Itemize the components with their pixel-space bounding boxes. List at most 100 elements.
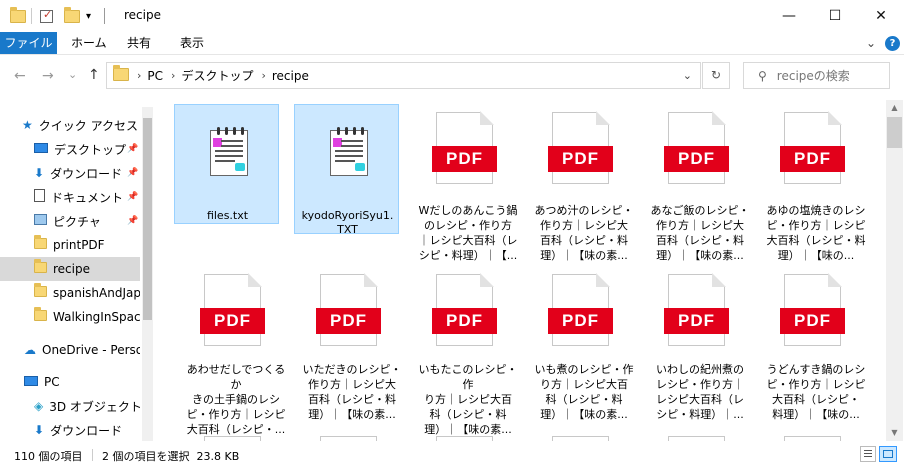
sidebar-item-downloads[interactable]: ⬇ ダウンロード 📌 <box>0 161 140 185</box>
maximize-button[interactable]: ☐ <box>812 0 858 32</box>
pdf-file-icon: PDF <box>432 111 497 184</box>
file-item-files-txt[interactable]: files.txt <box>174 104 279 224</box>
sidebar-scrollbar-thumb[interactable] <box>143 118 152 320</box>
file-item-pdf[interactable]: PDF うどんすき鍋のレシ ピ・作り方｜レシピ 大百科（レシピ・ 料理）｜【味の… <box>762 270 870 430</box>
forward-button[interactable]: → <box>42 68 54 84</box>
sidebar-item-label: デスクトップ <box>54 142 127 157</box>
pdf-file-icon-partial[interactable] <box>320 436 377 441</box>
recent-locations-button[interactable]: ⌄ <box>68 68 77 81</box>
back-button[interactable]: ← <box>14 68 26 84</box>
sidebar-item-recipe[interactable]: recipe <box>0 257 140 281</box>
close-button[interactable]: ✕ <box>858 0 904 32</box>
pdf-file-icon-partial[interactable] <box>204 436 261 441</box>
tab-file[interactable]: ファイル <box>0 32 57 54</box>
up-button[interactable]: ↑ <box>88 67 100 83</box>
file-name-line: 作り方｜レシピ大 <box>656 219 744 232</box>
sidebar-item-spanishandjapa[interactable]: spanishAndJapa <box>0 281 140 305</box>
file-item-kyodoryorisyu1-txt[interactable]: kyodoRyoriSyu1. TXT <box>294 104 399 237</box>
file-name-line: レシピ大百科（レ <box>656 393 744 406</box>
new-folder-icon[interactable] <box>64 6 80 25</box>
pdf-file-icon-partial[interactable] <box>436 436 493 441</box>
scroll-down-icon[interactable]: ▼ <box>886 425 903 441</box>
refresh-button[interactable]: ↻ <box>702 62 730 89</box>
details-view-icon[interactable] <box>860 446 876 462</box>
address-dropdown-icon[interactable]: ⌄ <box>683 69 692 82</box>
breadcrumb-recipe[interactable]: recipe <box>272 69 309 83</box>
refresh-icon: ↻ <box>710 68 722 82</box>
file-name-line: kyodoRyoriSyu1. <box>301 209 394 222</box>
folder-icon <box>34 283 47 300</box>
file-name-line: ピ・作り方｜レシピ <box>766 378 866 391</box>
file-item-pdf[interactable]: PDF Wだしのあんこう鍋 のレシピ・作り方 ｜レシピ大百科（レ シピ・料理）｜… <box>414 100 522 265</box>
tab-view[interactable]: 表示 <box>180 32 204 54</box>
search-icon: ⚲ <box>758 68 767 83</box>
sidebar-item-label: PC <box>44 375 60 389</box>
file-name-line: 百科（レシピ・料 <box>540 234 628 247</box>
sidebar-item-walkinginspace[interactable]: WalkingInSpace <box>0 305 140 329</box>
file-name-line: うどんすき鍋のレシ <box>766 363 866 376</box>
file-name-line: 大百科（レシピ・... <box>186 423 286 436</box>
sidebar-item-pictures[interactable]: ピクチャ 📌 <box>0 209 140 233</box>
file-name-line: 百科（レシピ・料 <box>656 234 744 247</box>
sidebar-item-printpdf[interactable]: printPDF <box>0 233 140 257</box>
tab-home[interactable]: ホーム <box>71 32 107 54</box>
sidebar-item-3d-objects[interactable]: ◈ 3D オブジェクト <box>0 394 140 418</box>
sidebar-item-desktop[interactable]: デスクトップ 📌 <box>0 137 140 161</box>
search-input[interactable]: ⚲ recipeの検索 <box>743 62 890 89</box>
3d-objects-icon: ◈ <box>34 399 44 413</box>
file-name-line: 理）｜【味の素... <box>540 249 628 262</box>
content-scrollbar-thumb[interactable] <box>887 117 902 148</box>
sidebar-item-pc-downloads[interactable]: ⬇ ダウンロード <box>0 418 140 442</box>
file-item-pdf[interactable]: PDF あつめ汁のレシピ・ 作り方｜レシピ大 百科（レシピ・料 理）｜【味の素.… <box>530 100 638 265</box>
file-name-line: 理）｜【味の素... <box>540 408 628 421</box>
sidebar-item-label: printPDF <box>53 238 105 252</box>
ribbon-expand-icon[interactable]: ⌄ <box>866 32 876 54</box>
desktop-icon <box>34 142 48 156</box>
file-name-line: ピ・作り方｜レシピ <box>766 219 866 232</box>
file-list: files.txt kyodoRyoriSyu1. TXT PDF Wだしのあん… <box>160 100 885 441</box>
file-name-line: 百科（レシピ・料 <box>308 393 396 406</box>
sidebar-item-quick-access[interactable]: ★ クイック アクセス <box>22 113 162 137</box>
customize-toolbar-icon[interactable]: ▾ <box>86 7 91 25</box>
file-name: kyodoRyoriSyu1. TXT <box>297 209 398 237</box>
properties-checkbox-icon[interactable]: ✓ <box>40 7 53 25</box>
file-name-line: 理）｜【味の素... <box>308 408 396 421</box>
minimize-button[interactable]: — <box>766 0 812 32</box>
sidebar-item-label: クイック アクセス <box>38 118 138 133</box>
breadcrumb-pc[interactable]: PC <box>147 69 163 83</box>
file-item-pdf[interactable]: PDF いただきのレシピ・ 作り方｜レシピ大 百科（レシピ・料 理）｜【味の素.… <box>298 270 406 430</box>
cloud-icon: ☁ <box>24 343 36 357</box>
pdf-file-icon: PDF <box>548 111 613 184</box>
file-item-pdf[interactable]: PDF いもたこのレシピ・作 り方｜レシピ大百 科（レシピ・料 理）｜【味の素.… <box>414 270 522 436</box>
sidebar-item-onedrive[interactable]: ☁ OneDrive - Persor <box>0 338 140 362</box>
tab-share[interactable]: 共有 <box>127 32 151 54</box>
sidebar-item-label: OneDrive - Persor <box>42 343 140 357</box>
file-item-pdf[interactable]: PDF あなご飯のレシピ・ 作り方｜レシピ大 百科（レシピ・料 理）｜【味の素.… <box>646 100 754 265</box>
file-name-line: り方｜レシピ大百 <box>540 378 628 391</box>
scroll-up-icon[interactable]: ▲ <box>886 100 903 116</box>
sidebar-item-label: ダウンロード <box>50 166 123 181</box>
help-icon[interactable]: ? <box>885 36 900 51</box>
breadcrumb-desktop[interactable]: デスクトップ <box>181 67 253 84</box>
pdf-file-icon: PDF <box>316 273 381 346</box>
file-name-line: 理）｜【味の素... <box>656 249 744 262</box>
pdf-file-icon-partial[interactable] <box>668 436 725 441</box>
pdf-file-icon-partial[interactable] <box>784 436 841 441</box>
sidebar-item-documents[interactable]: ドキュメント 📌 <box>0 185 140 209</box>
address-bar[interactable]: › PC › デスクトップ › recipe ⌄ <box>106 62 701 89</box>
file-item-pdf[interactable]: PDF いわしの紀州煮の レシピ・作り方｜ レシピ大百科（レ シピ・料理）｜..… <box>646 270 754 430</box>
file-name-line: あつめ汁のレシピ・ <box>534 204 634 217</box>
large-icons-view-icon[interactable] <box>879 446 897 462</box>
pin-icon: 📌 <box>127 144 139 154</box>
navigation-pane: ★ クイック アクセス デスクトップ 📌 ⬇ ダウンロード 📌 ドキュメント 📌… <box>0 107 152 441</box>
file-item-pdf[interactable]: PDF いも煮のレシピ・作 り方｜レシピ大百 科（レシピ・料 理）｜【味の素..… <box>530 270 638 430</box>
folder-icon <box>113 64 129 84</box>
file-name-line: 理）｜【味の... <box>777 249 855 262</box>
pdf-file-icon-partial[interactable] <box>552 436 609 441</box>
chevron-right-icon: › <box>171 69 176 82</box>
content-scrollbar[interactable]: ▲ ▼ <box>886 100 903 441</box>
sidebar-item-pc[interactable]: PC <box>0 370 140 394</box>
file-name-line: 大百科（レシピ・料 <box>766 234 866 247</box>
file-item-pdf[interactable]: PDF あわせだしでつくるか きの土手鍋のレシ ピ・作り方｜レシピ 大百科（レシ… <box>182 270 290 436</box>
file-item-pdf[interactable]: PDF あゆの塩焼きのレシ ピ・作り方｜レシピ 大百科（レシピ・料 理）｜【味の… <box>762 100 870 265</box>
